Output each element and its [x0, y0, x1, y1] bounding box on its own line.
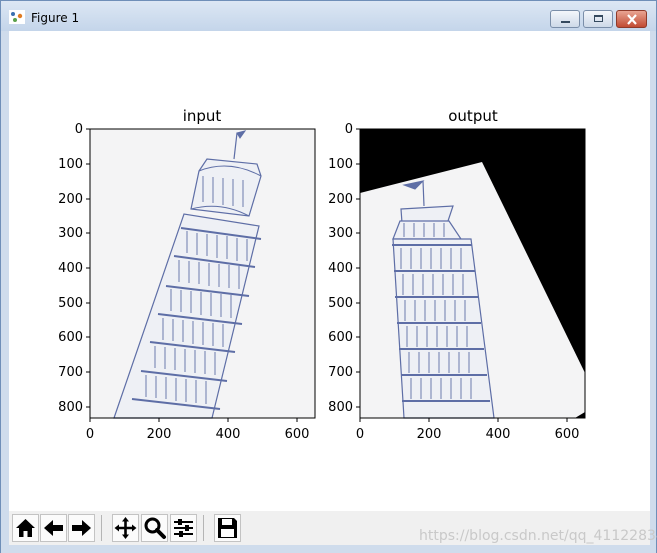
input-y-axis: 0 100 200 300 400 500 600 700 800: [58, 122, 90, 415]
input-ytick-label: 100: [58, 157, 83, 172]
output-ytick-label: 100: [328, 157, 353, 172]
magnifier-icon: [144, 517, 166, 539]
input-ytick-label: 0: [75, 122, 83, 137]
input-ytick-label: 200: [58, 192, 83, 207]
output-ytick-label: 0: [345, 122, 353, 137]
output-xtick-200: 200: [417, 418, 442, 442]
output-ytick-300: 300: [328, 226, 360, 241]
matplotlib-app-icon: [9, 10, 25, 24]
output-x-axis: 0 200 400 600: [356, 418, 580, 442]
window-title: Figure 1: [31, 11, 80, 25]
figure-window: Figure 1 input 0 100 200 300 400 500 600…: [0, 0, 657, 553]
input-x-axis: 0 200 400 600: [86, 418, 310, 442]
output-xtick-0: 0: [356, 418, 364, 442]
input-ytick-0: 0: [75, 122, 90, 137]
input-ytick-600: 600: [58, 330, 90, 345]
output-ytick-800: 800: [328, 400, 360, 415]
configure-subplots-button[interactable]: [170, 514, 197, 542]
input-ytick-label: 800: [58, 400, 83, 415]
output-subplot: output 0 100 200 300 400 500 600 700 800…: [328, 107, 586, 442]
output-ytick-label: 200: [328, 192, 353, 207]
input-xtick-200: 200: [147, 418, 172, 442]
output-ytick-700: 700: [328, 365, 360, 380]
arrow-right-icon: [72, 520, 91, 536]
input-title: input: [183, 107, 222, 125]
output-ytick-400: 400: [328, 261, 360, 276]
input-xtick-600: 600: [285, 418, 310, 442]
output-title: output: [448, 107, 498, 125]
toolbar-separator: [203, 515, 204, 541]
output-ytick-label: 400: [328, 261, 353, 276]
figure-canvas: input 0 100 200 300 400 500 600 700 800 …: [9, 31, 650, 511]
input-ytick-label: 600: [58, 330, 83, 345]
output-ytick-600: 600: [328, 330, 360, 345]
input-ytick-800: 800: [58, 400, 90, 415]
output-ytick-label: 500: [328, 296, 353, 311]
minimize-icon: [561, 21, 570, 23]
title-bar: Figure 1: [1, 1, 656, 31]
output-xtick-label: 0: [356, 427, 364, 442]
input-ytick-label: 300: [58, 226, 83, 241]
input-ytick-label: 400: [58, 261, 83, 276]
output-ytick-500: 500: [328, 296, 360, 311]
output-ytick-100: 100: [328, 157, 360, 172]
output-ytick-label: 800: [328, 400, 353, 415]
output-ytick-0: 0: [345, 122, 360, 137]
output-ytick-200: 200: [328, 192, 360, 207]
input-ytick-label: 500: [58, 296, 83, 311]
input-ytick-400: 400: [58, 261, 90, 276]
output-xtick-label: 200: [417, 427, 442, 442]
home-button[interactable]: [12, 514, 39, 542]
back-button[interactable]: [40, 514, 67, 542]
floppy-disk-icon: [218, 518, 237, 538]
window-bottom-border: [1, 545, 656, 553]
watermark-text: https://blog.csdn.net/qq_41122834: [419, 528, 657, 544]
output-xtick-label: 600: [555, 427, 580, 442]
output-y-axis: 0 100 200 300 400 500 600 700 800: [328, 122, 360, 415]
output-xtick-label: 400: [486, 427, 511, 442]
pan-button[interactable]: [112, 514, 139, 542]
maximize-button[interactable]: [583, 10, 613, 28]
output-xtick-600: 600: [555, 418, 580, 442]
input-xtick-label: 600: [285, 427, 310, 442]
output-ytick-label: 700: [328, 365, 353, 380]
input-ytick-300: 300: [58, 226, 90, 241]
forward-button[interactable]: [68, 514, 95, 542]
output-xtick-400: 400: [486, 418, 511, 442]
input-xtick-400: 400: [216, 418, 241, 442]
close-icon: [627, 14, 637, 25]
input-xtick-0: 0: [86, 418, 94, 442]
sliders-icon: [174, 519, 193, 537]
minimize-button[interactable]: [550, 10, 580, 28]
input-ytick-label: 700: [58, 365, 83, 380]
toolbar-separator: [101, 515, 102, 541]
input-xtick-label: 0: [86, 427, 94, 442]
input-ytick-500: 500: [58, 296, 90, 311]
input-xtick-label: 400: [216, 427, 241, 442]
close-button[interactable]: [616, 10, 647, 28]
figure-svg: input 0 100 200 300 400 500 600 700 800 …: [58, 107, 586, 442]
output-ytick-label: 300: [328, 226, 353, 241]
save-button[interactable]: [214, 514, 241, 542]
home-icon: [16, 519, 35, 537]
input-subplot: input 0 100 200 300 400 500 600 700 800 …: [58, 107, 316, 442]
input-ytick-100: 100: [58, 157, 90, 172]
maximize-icon: [594, 15, 603, 22]
arrow-left-icon: [44, 520, 63, 536]
input-ytick-200: 200: [58, 192, 90, 207]
input-xtick-label: 200: [147, 427, 172, 442]
move-icon: [114, 517, 137, 539]
zoom-button[interactable]: [141, 514, 168, 542]
input-ytick-700: 700: [58, 365, 90, 380]
output-ytick-label: 600: [328, 330, 353, 345]
